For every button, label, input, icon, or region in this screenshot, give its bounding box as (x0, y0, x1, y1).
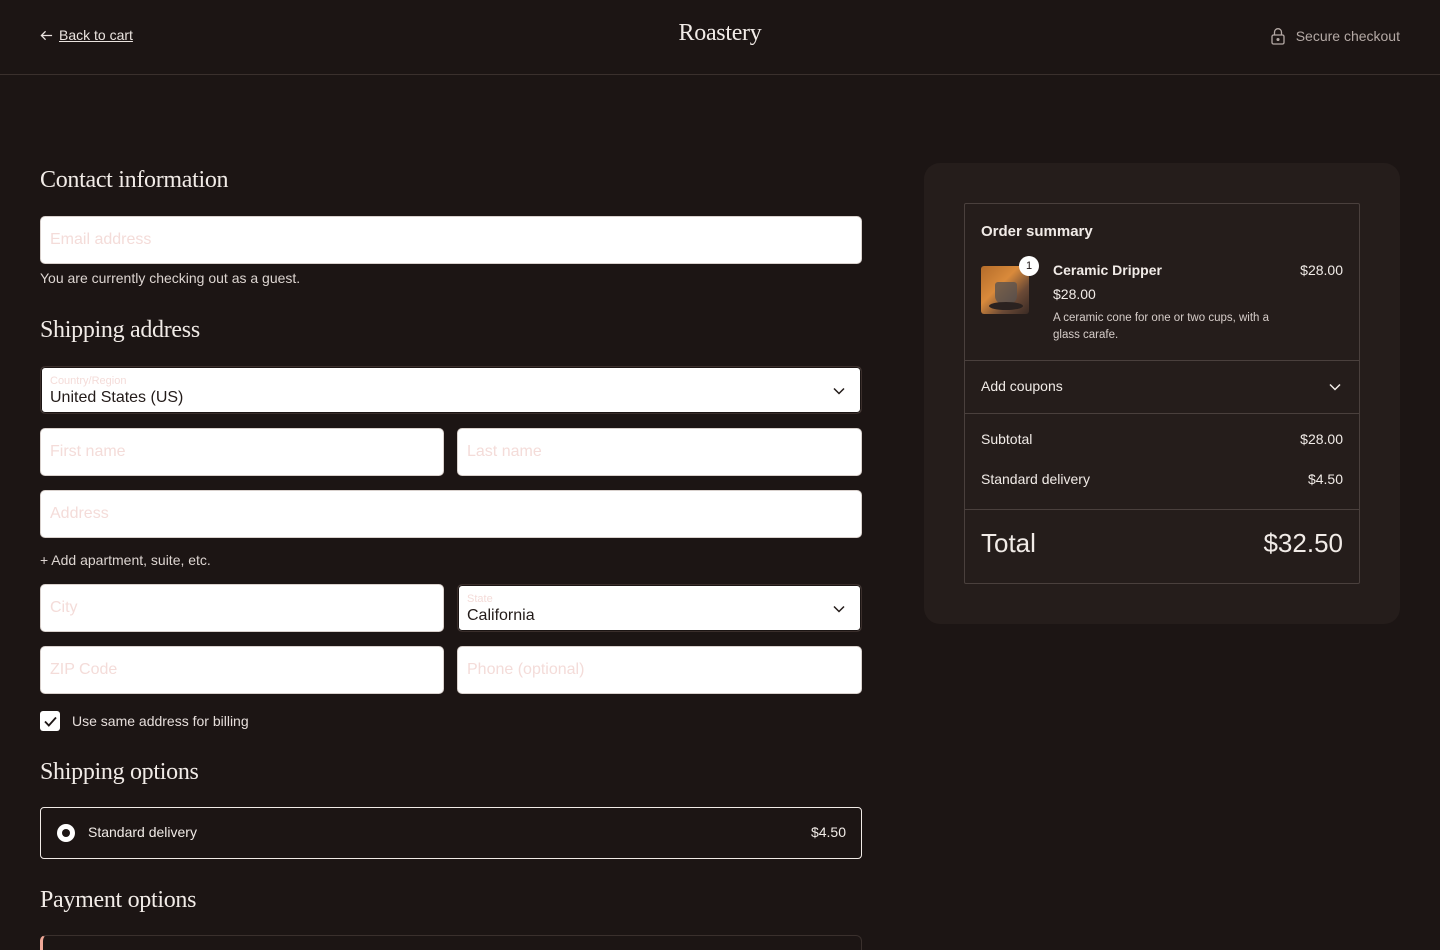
brand-logo: Roastery (678, 20, 762, 46)
state-select[interactable]: State California (457, 584, 862, 632)
first-name-input[interactable] (41, 429, 443, 475)
add-coupons-label: Add coupons (981, 378, 1063, 394)
payment-options-title: Payment options (40, 887, 197, 913)
shipping-radio[interactable] (57, 824, 75, 842)
guest-note: You are currently checking out as a gues… (40, 270, 301, 286)
divider (965, 413, 1359, 414)
billing-same-row[interactable]: Use same address for billing (40, 711, 249, 731)
shipping-option-price: $4.50 (810, 824, 846, 840)
delivery-label: Standard delivery (981, 471, 1090, 487)
chevron-down-icon (833, 605, 845, 613)
zip-field[interactable] (40, 646, 444, 694)
chevron-down-icon (833, 387, 845, 395)
secure-checkout-label: Secure checkout (1295, 28, 1400, 44)
chevron-down-icon (1329, 383, 1341, 391)
last-name-input[interactable] (458, 429, 861, 475)
radio-selected-dot (62, 829, 70, 837)
phone-field[interactable] (457, 646, 862, 694)
dripper-shape (995, 282, 1017, 304)
scale-shape (989, 302, 1023, 310)
subtotal-label: Subtotal (981, 431, 1033, 447)
address-input[interactable] (41, 491, 861, 537)
quantity-badge: 1 (1019, 256, 1039, 276)
zip-input[interactable] (41, 647, 443, 693)
city-field[interactable] (40, 584, 444, 632)
address-field[interactable] (40, 490, 862, 538)
item-name: Ceramic Dripper (1053, 262, 1162, 278)
lock-icon (1271, 28, 1285, 45)
secure-checkout: Secure checkout (1270, 27, 1400, 45)
state-value: California (467, 607, 535, 624)
total-value: $32.50 (1263, 528, 1343, 558)
email-input[interactable] (41, 217, 861, 263)
order-summary-title: Order summary (981, 223, 1093, 240)
last-name-field[interactable] (457, 428, 862, 476)
delivery-value: $4.50 (1307, 471, 1343, 487)
divider (965, 509, 1359, 510)
item-line-total: $28.00 (1300, 262, 1343, 278)
order-summary-panel: Order summary 1 Ceramic Dripper $28.00 A… (924, 163, 1400, 624)
total-label: Total (981, 528, 1036, 558)
checkout-header: Back to cart Roastery Secure checkout (0, 0, 1440, 75)
shipping-address-title: Shipping address (40, 317, 200, 343)
state-label: State (467, 593, 493, 605)
city-input[interactable] (41, 585, 443, 631)
payment-option-box[interactable] (40, 935, 862, 950)
shipping-option-label: Standard delivery (88, 824, 197, 840)
billing-same-label: Use same address for billing (72, 713, 249, 729)
add-coupons-toggle[interactable]: Add coupons (965, 361, 1359, 413)
email-field[interactable] (40, 216, 862, 264)
item-unit-price: $28.00 (1053, 286, 1096, 302)
item-description: A ceramic cone for one or two cups, with… (1053, 312, 1270, 341)
contact-title: Contact information (40, 167, 229, 193)
checkmark-icon (43, 716, 57, 727)
add-apartment-link[interactable]: + Add apartment, suite, etc. (40, 552, 211, 568)
subtotal-value: $28.00 (1300, 431, 1343, 447)
country-value: United States (US) (50, 389, 184, 406)
first-name-field[interactable] (40, 428, 444, 476)
country-label: Country/Region (50, 375, 127, 387)
order-summary-card: Order summary 1 Ceramic Dripper $28.00 A… (964, 203, 1360, 584)
billing-same-checkbox[interactable] (40, 711, 60, 731)
country-select[interactable]: Country/Region United States (US) (40, 366, 862, 414)
shipping-option-standard[interactable]: Standard delivery $4.50 (40, 807, 862, 859)
phone-input[interactable] (458, 647, 861, 693)
shipping-options-title: Shipping options (40, 759, 199, 785)
